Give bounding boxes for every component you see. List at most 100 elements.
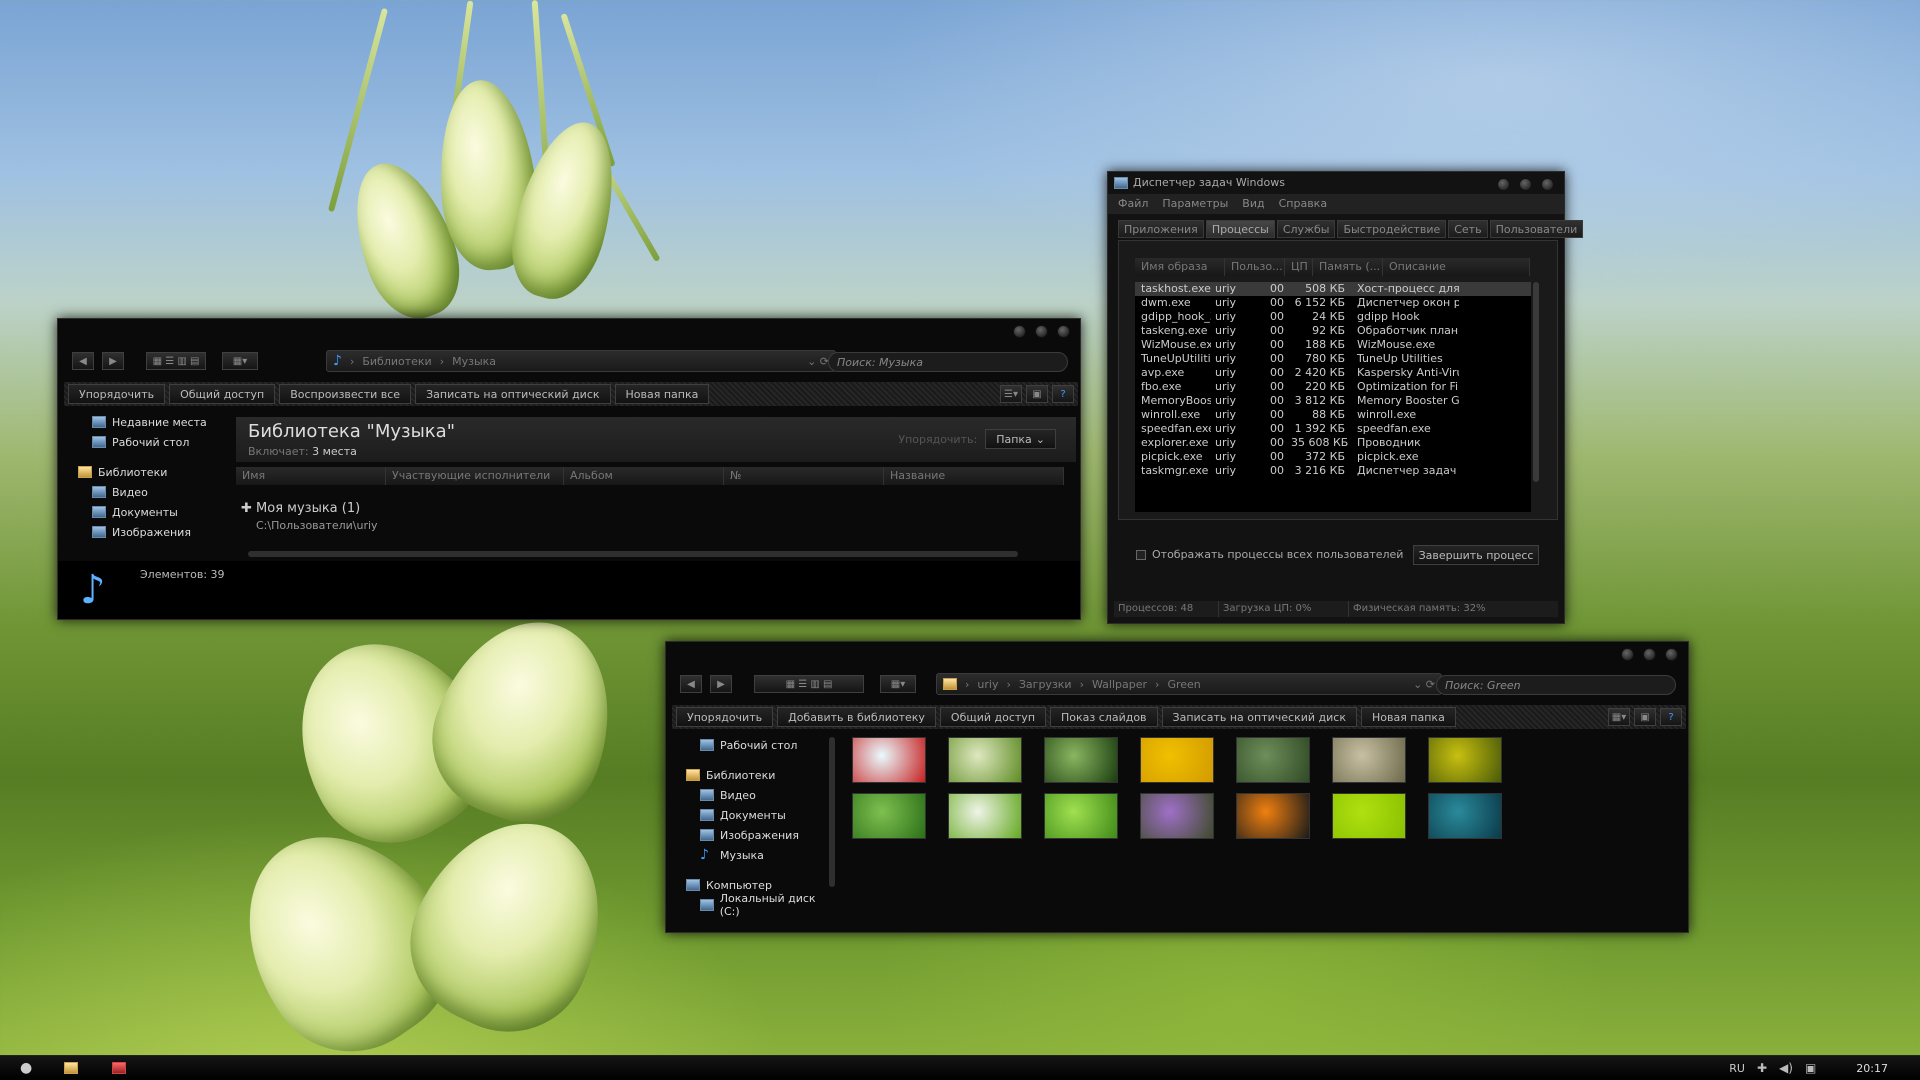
language-indicator[interactable]: RU bbox=[1729, 1062, 1745, 1075]
process-row[interactable]: WizMouse.exe uriy 00 188 КБ WizMouse.exe bbox=[1135, 338, 1531, 352]
nav-images[interactable]: Изображения bbox=[686, 825, 836, 845]
breadcrumb-user[interactable]: uriy bbox=[977, 678, 998, 691]
help-icon[interactable]: ? bbox=[1052, 385, 1074, 403]
minimize-button[interactable] bbox=[1497, 178, 1510, 191]
address-bar[interactable]: ♪ › Библиотеки › Музыка ⌄ ⟳ bbox=[326, 350, 836, 372]
col-image-name[interactable]: Имя образа bbox=[1135, 258, 1225, 276]
view-icons-button[interactable]: ▦ ☰ ▥ ▤ bbox=[754, 675, 864, 693]
menu-view[interactable]: Вид bbox=[1242, 194, 1264, 214]
view-menu-button[interactable]: ▦▾ bbox=[880, 675, 916, 693]
wallpaper-thumbnail[interactable] bbox=[1236, 793, 1310, 839]
play-all-button[interactable]: Воспроизвести все bbox=[279, 384, 412, 404]
process-row[interactable]: taskhost.exe uriy 00 508 КБ Хост-процесс для… bbox=[1135, 282, 1531, 296]
process-row[interactable]: picpick.exe uriy 00 372 КБ picpick.exe bbox=[1135, 450, 1531, 464]
burn-button[interactable]: Записать на оптический диск bbox=[415, 384, 611, 404]
nav-documents[interactable]: Документы bbox=[686, 805, 836, 825]
group-header[interactable]: ✚ Моя музыка (1) bbox=[241, 501, 360, 516]
nav-local-disk[interactable]: Локальный диск (C:) bbox=[686, 892, 836, 918]
nav-documents[interactable]: Документы bbox=[78, 502, 228, 522]
nav-scrollbar[interactable] bbox=[829, 737, 835, 887]
nav-libraries[interactable]: Библиотеки bbox=[78, 462, 228, 482]
nav-video[interactable]: Видео bbox=[78, 482, 228, 502]
volume-icon[interactable]: ◀) bbox=[1779, 1061, 1793, 1075]
task-manager-window[interactable]: Диспетчер задач Windows Файл Параметры В… bbox=[1107, 171, 1584, 624]
nav-video[interactable]: Видео bbox=[686, 785, 836, 805]
burn-button[interactable]: Записать на оптический диск bbox=[1161, 707, 1357, 727]
wallpaper-thumbnail[interactable] bbox=[1332, 737, 1406, 783]
process-row[interactable]: speedfan.exe uriy 00 1 392 КБ speedfan.exe bbox=[1135, 422, 1531, 436]
process-row[interactable]: gdipp_hook_3... uriy 00 24 КБ gdipp Hook bbox=[1135, 310, 1531, 324]
forward-button[interactable]: ▶ bbox=[710, 675, 732, 693]
wallpaper-thumbnail[interactable] bbox=[1428, 737, 1502, 783]
process-row[interactable]: dwm.exe uriy 00 6 152 КБ Диспетчер окон рабо… bbox=[1135, 296, 1531, 310]
add-to-library-button[interactable]: Добавить в библиотеку bbox=[777, 707, 936, 727]
back-button[interactable]: ◀ bbox=[72, 352, 94, 370]
minimize-button[interactable] bbox=[1013, 325, 1026, 338]
breadcrumb-downloads[interactable]: Загрузки bbox=[1019, 678, 1072, 691]
title-bar[interactable]: Диспетчер задач Windows bbox=[1108, 172, 1564, 194]
clock[interactable]: 20:17 bbox=[1856, 1062, 1888, 1075]
arrange-dropdown[interactable]: Папка ⌄ bbox=[985, 429, 1056, 449]
col-cpu[interactable]: ЦП bbox=[1285, 258, 1313, 276]
search-input[interactable]: Поиск: Green bbox=[1436, 675, 1676, 695]
h-scrollbar[interactable] bbox=[248, 551, 1018, 557]
view-menu-button[interactable]: ▦▾ bbox=[222, 352, 258, 370]
apple-icon[interactable]: ● bbox=[20, 1060, 32, 1076]
organize-button[interactable]: Упорядочить bbox=[68, 384, 166, 404]
maximize-button[interactable] bbox=[1519, 178, 1532, 191]
nav-images[interactable]: Изображения bbox=[78, 522, 228, 542]
menu-file[interactable]: Файл bbox=[1118, 194, 1148, 214]
action-center-icon[interactable]: ▣ bbox=[1805, 1061, 1816, 1075]
wallpaper-thumbnail[interactable] bbox=[948, 737, 1022, 783]
wallpaper-thumbnail[interactable] bbox=[1140, 737, 1214, 783]
nav-libraries[interactable]: Библиотеки bbox=[686, 765, 836, 785]
wallpaper-thumbnail[interactable] bbox=[1236, 737, 1310, 783]
window-controls[interactable] bbox=[1013, 325, 1070, 338]
window-controls[interactable] bbox=[1497, 178, 1554, 191]
show-all-checkbox[interactable]: Отображать процессы всех пользователей bbox=[1136, 548, 1403, 561]
end-process-button[interactable]: Завершить процесс bbox=[1413, 545, 1539, 565]
process-row[interactable]: taskeng.exe uriy 00 92 КБ Обработчик планиро… bbox=[1135, 324, 1531, 338]
back-button[interactable]: ◀ bbox=[680, 675, 702, 693]
tab-network[interactable]: Сеть bbox=[1448, 220, 1488, 238]
process-row[interactable]: explorer.exe uriy 00 35 608 КБ Проводник bbox=[1135, 436, 1531, 450]
view-icons-button[interactable]: ▦ ☰ ▥ ▤ bbox=[146, 352, 206, 370]
process-row[interactable]: MemoryBoost... uriy 00 3 812 КБ Memory Boost… bbox=[1135, 394, 1531, 408]
breadcrumb-music[interactable]: Музыка bbox=[452, 355, 496, 368]
forward-button[interactable]: ▶ bbox=[102, 352, 124, 370]
view-options-button[interactable]: ☰▾ bbox=[1000, 385, 1022, 403]
help-icon[interactable]: ? bbox=[1660, 708, 1682, 726]
wallpaper-thumbnail[interactable] bbox=[1332, 793, 1406, 839]
new-folder-button[interactable]: Новая папка bbox=[1360, 707, 1456, 727]
close-button[interactable] bbox=[1057, 325, 1070, 338]
window-controls[interactable] bbox=[1621, 648, 1678, 661]
view-options-button[interactable]: ▦▾ bbox=[1608, 708, 1630, 726]
preview-pane-button[interactable]: ▣ bbox=[1634, 708, 1656, 726]
music-explorer-window[interactable]: ◀ ▶ ▦ ☰ ▥ ▤ ▦▾ ♪ › Библиотеки › Музыка ⌄ ⟳… bbox=[57, 318, 1081, 620]
nav-recent[interactable]: Недавние места bbox=[78, 412, 228, 432]
nav-desktop[interactable]: Рабочий стол bbox=[78, 432, 228, 452]
preview-pane-button[interactable]: ▣ bbox=[1026, 385, 1048, 403]
search-input[interactable]: Поиск: Музыка bbox=[828, 352, 1068, 372]
nav-desktop[interactable]: Рабочий стол bbox=[686, 735, 836, 755]
address-bar[interactable]: › uriy › Загрузки › Wallpaper › Green ⌄ ⟳ bbox=[936, 673, 1442, 695]
col-title[interactable]: Название bbox=[884, 467, 1064, 485]
col-description[interactable]: Описание bbox=[1383, 258, 1530, 276]
slideshow-button[interactable]: Показ слайдов bbox=[1050, 707, 1158, 727]
breadcrumb-green[interactable]: Green bbox=[1167, 678, 1200, 691]
wallpaper-thumbnail[interactable] bbox=[1044, 793, 1118, 839]
minimize-button[interactable] bbox=[1621, 648, 1634, 661]
menu-help[interactable]: Справка bbox=[1279, 194, 1327, 214]
col-memory[interactable]: Память (... bbox=[1313, 258, 1383, 276]
organize-button[interactable]: Упорядочить bbox=[676, 707, 774, 727]
tab-performance[interactable]: Быстродействие bbox=[1337, 220, 1447, 238]
process-row[interactable]: fbo.exe uriy 00 220 КБ Optimization for Fire… bbox=[1135, 380, 1531, 394]
col-artists[interactable]: Участвующие исполнители bbox=[386, 467, 564, 485]
breadcrumb-libraries[interactable]: Библиотеки bbox=[362, 355, 431, 368]
wallpaper-thumbnail[interactable] bbox=[852, 793, 926, 839]
tab-processes[interactable]: Процессы bbox=[1205, 220, 1275, 238]
wallpaper-thumbnail[interactable] bbox=[1140, 793, 1214, 839]
close-button[interactable] bbox=[1541, 178, 1554, 191]
maximize-button[interactable] bbox=[1643, 648, 1656, 661]
process-row[interactable]: taskmgr.exe uriy 00 3 216 КБ Диспетчер задач… bbox=[1135, 464, 1531, 478]
